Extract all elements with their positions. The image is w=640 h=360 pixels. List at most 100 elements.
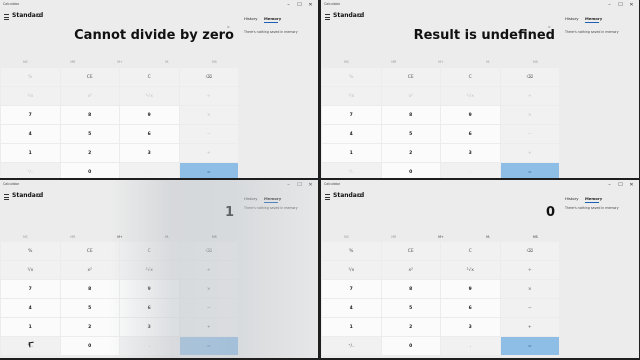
percent-key[interactable]: % [1, 242, 60, 260]
four-key[interactable]: 4 [1, 125, 60, 143]
nine-key[interactable]: 9 [120, 280, 179, 298]
mc-button[interactable]: MC [2, 60, 49, 64]
equals-key[interactable]: = [179, 163, 238, 178]
clear-entry-key[interactable]: CE [60, 242, 119, 260]
decimal-key[interactable]: . [441, 163, 500, 178]
negate-key[interactable]: ⁺/₋ [322, 337, 381, 355]
clear-key[interactable]: C [120, 242, 179, 260]
add-key[interactable]: + [179, 144, 238, 162]
tab-memory[interactable]: Memory [585, 196, 602, 201]
tab-memory[interactable]: Memory [264, 16, 281, 21]
mc-button[interactable]: MC [2, 235, 49, 239]
add-key[interactable]: + [179, 318, 238, 336]
mplus-button[interactable]: M+ [96, 60, 143, 64]
five-key[interactable]: 5 [381, 299, 440, 317]
seven-key[interactable]: 7 [1, 106, 60, 124]
mr-button[interactable]: MR [370, 235, 417, 239]
reciprocal-key[interactable]: ¹/x [1, 261, 60, 279]
subtract-key[interactable]: − [179, 125, 238, 143]
six-key[interactable]: 6 [120, 125, 179, 143]
mr-button[interactable]: MR [49, 60, 96, 64]
mplus-button[interactable]: M+ [96, 235, 143, 239]
reciprocal-key[interactable]: ¹/x [322, 87, 381, 105]
mr-button[interactable]: MR [370, 60, 417, 64]
two-key[interactable]: 2 [381, 144, 440, 162]
reciprocal-key[interactable]: ¹/x [322, 261, 381, 279]
hamburger-icon[interactable] [4, 14, 9, 20]
subtract-key[interactable]: − [500, 299, 559, 317]
equals-key[interactable]: = [179, 337, 238, 355]
ms-button[interactable]: MS [512, 60, 559, 64]
two-key[interactable]: 2 [60, 144, 119, 162]
zero-key[interactable]: 0 [60, 337, 119, 355]
percent-key[interactable]: % [322, 68, 381, 86]
three-key[interactable]: 3 [441, 318, 500, 336]
five-key[interactable]: 5 [60, 299, 119, 317]
square-key[interactable]: x² [60, 87, 119, 105]
tab-history[interactable]: History [244, 196, 258, 201]
seven-key[interactable]: 7 [322, 106, 381, 124]
decimal-key[interactable]: . [441, 337, 500, 355]
two-key[interactable]: 2 [60, 318, 119, 336]
six-key[interactable]: 6 [441, 299, 500, 317]
six-key[interactable]: 6 [441, 125, 500, 143]
multiply-key[interactable]: × [500, 280, 559, 298]
nine-key[interactable]: 9 [441, 280, 500, 298]
tab-memory[interactable]: Memory [585, 16, 602, 21]
mc-button[interactable]: MC [323, 60, 370, 64]
square-root-key[interactable]: ²√x [441, 261, 500, 279]
keep-on-top-icon[interactable]: ⧉ [358, 13, 362, 19]
divide-key[interactable]: ÷ [179, 261, 238, 279]
mminus-button[interactable]: M- [144, 235, 191, 239]
tab-memory[interactable]: Memory [264, 196, 281, 201]
square-root-key[interactable]: ²√x [441, 87, 500, 105]
mplus-button[interactable]: M+ [417, 235, 464, 239]
tab-history[interactable]: History [565, 16, 579, 21]
keep-on-top-icon[interactable]: ⧉ [37, 13, 41, 19]
clear-entry-key[interactable]: CE [381, 242, 440, 260]
negate-key[interactable]: ⁺/₋ [1, 163, 60, 178]
one-key[interactable]: 1 [1, 318, 60, 336]
clear-key[interactable]: C [441, 68, 500, 86]
ms-button[interactable]: MS [512, 235, 559, 239]
eight-key[interactable]: 8 [381, 280, 440, 298]
zero-key[interactable]: 0 [60, 163, 119, 178]
square-root-key[interactable]: ²√x [120, 261, 179, 279]
multiply-key[interactable]: × [179, 106, 238, 124]
decimal-key[interactable]: . [120, 163, 179, 178]
multiply-key[interactable]: × [179, 280, 238, 298]
three-key[interactable]: 3 [120, 318, 179, 336]
subtract-key[interactable]: − [179, 299, 238, 317]
ms-button[interactable]: MS [191, 235, 238, 239]
mminus-button[interactable]: M- [144, 60, 191, 64]
seven-key[interactable]: 7 [322, 280, 381, 298]
divide-key[interactable]: ÷ [500, 87, 559, 105]
negate-key[interactable]: ⁺/₋ [322, 163, 381, 178]
divide-key[interactable]: ÷ [179, 87, 238, 105]
multiply-key[interactable]: × [500, 106, 559, 124]
nine-key[interactable]: 9 [441, 106, 500, 124]
backspace-key[interactable]: ⌫ [500, 68, 559, 86]
mminus-button[interactable]: M- [465, 60, 512, 64]
eight-key[interactable]: 8 [60, 280, 119, 298]
clear-entry-key[interactable]: CE [381, 68, 440, 86]
keep-on-top-icon[interactable]: ⧉ [358, 193, 362, 199]
backspace-key[interactable]: ⌫ [179, 68, 238, 86]
decimal-key[interactable]: . [120, 337, 179, 355]
one-key[interactable]: 1 [1, 144, 60, 162]
square-key[interactable]: x² [381, 87, 440, 105]
one-key[interactable]: 1 [322, 144, 381, 162]
zero-key[interactable]: 0 [381, 163, 440, 178]
one-key[interactable]: 1 [322, 318, 381, 336]
hamburger-icon[interactable] [4, 194, 9, 200]
three-key[interactable]: 3 [120, 144, 179, 162]
eight-key[interactable]: 8 [381, 106, 440, 124]
six-key[interactable]: 6 [120, 299, 179, 317]
subtract-key[interactable]: − [500, 125, 559, 143]
square-key[interactable]: x² [381, 261, 440, 279]
keep-on-top-icon[interactable]: ⧉ [37, 193, 41, 199]
percent-key[interactable]: % [322, 242, 381, 260]
zero-key[interactable]: 0 [381, 337, 440, 355]
tab-history[interactable]: History [244, 16, 258, 21]
reciprocal-key[interactable]: ¹/x [1, 87, 60, 105]
